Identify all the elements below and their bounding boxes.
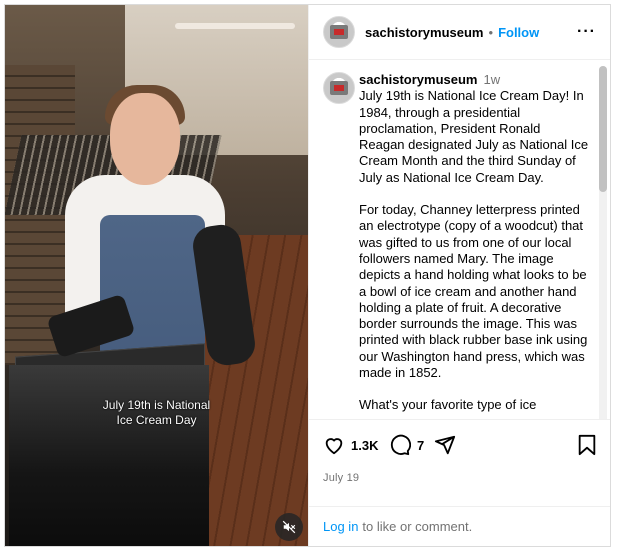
comment-icon — [390, 434, 411, 456]
museum-logo-icon — [330, 81, 348, 95]
speaker-muted-icon — [282, 520, 296, 534]
comment-paragraph-3: What's your favorite type of ice — [359, 397, 537, 413]
mute-button[interactable] — [275, 513, 303, 541]
login-prompt: Log in to like or comment. — [309, 506, 610, 546]
comment-username[interactable]: sachistorymuseum — [359, 72, 478, 87]
action-bar: 1.3K 7 — [309, 420, 610, 472]
video-caption: July 19th is National Ice Cream Day — [102, 398, 211, 427]
avatar[interactable] — [323, 16, 355, 48]
comment-body: sachistorymuseum 1w July 19th is National… — [359, 72, 589, 414]
share-icon — [434, 435, 456, 455]
comments-area[interactable]: sachistorymuseum 1w July 19th is National… — [309, 60, 610, 420]
comment-paragraph-2: For today, Channey letterpress printed a… — [359, 202, 588, 381]
more-options-icon[interactable]: ··· — [577, 23, 596, 41]
follow-button[interactable]: Follow — [498, 25, 539, 40]
login-link[interactable]: Log in — [323, 519, 358, 534]
comment-age: 1w — [483, 72, 501, 87]
login-suffix: to like or comment. — [362, 519, 473, 534]
post-header: sachistorymuseum • Follow ··· — [309, 5, 610, 60]
bookmark-icon — [578, 434, 596, 456]
heart-icon — [325, 438, 343, 455]
separator-dot: • — [488, 24, 494, 40]
ceiling-light — [175, 23, 295, 29]
museum-logo-icon — [330, 25, 348, 39]
comments-count: 7 — [417, 437, 425, 453]
header-username[interactable]: sachistorymuseum — [365, 25, 484, 40]
login-area: Log in to like or comment. — [309, 494, 610, 546]
post-sidebar: sachistorymuseum • Follow ··· sachistory… — [308, 5, 610, 546]
post-video[interactable]: July 19th is National Ice Cream Day — [5, 5, 308, 546]
caption-comment: sachistorymuseum 1w July 19th is National… — [323, 72, 595, 414]
save-button[interactable] — [577, 434, 597, 456]
person-head — [110, 93, 180, 185]
instagram-post: July 19th is National Ice Cream Day sach… — [4, 4, 611, 547]
like-button[interactable]: 1.3K — [323, 434, 378, 456]
scrollbar-thumb[interactable] — [599, 66, 607, 192]
comment-paragraph-1: July 19th is National Ice Cream Day! In … — [359, 88, 589, 185]
likes-count: 1.3K — [351, 437, 379, 453]
post-date: July 19 — [323, 472, 360, 484]
comment-button[interactable]: 7 — [389, 434, 424, 456]
avatar[interactable] — [323, 72, 355, 104]
printing-press — [9, 365, 209, 546]
share-button[interactable] — [434, 434, 456, 456]
